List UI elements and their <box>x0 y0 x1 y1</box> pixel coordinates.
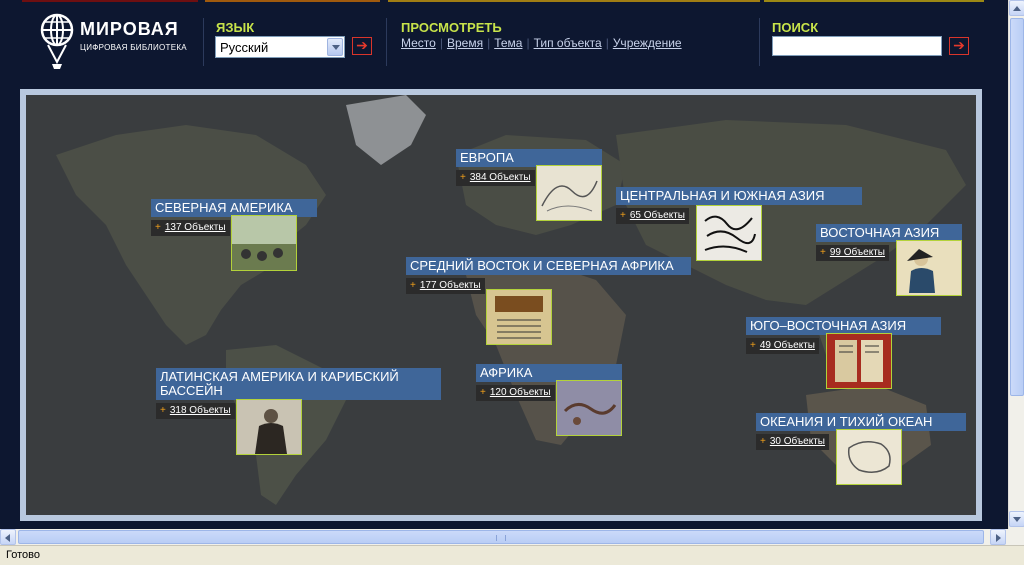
scrollbar-corner <box>1008 529 1024 545</box>
browse-link-item-type[interactable]: Тип объекта <box>534 36 602 50</box>
region-count: +30 Объекты <box>756 434 829 450</box>
landscape-photo-icon <box>232 216 296 270</box>
status-bar: Готово <box>0 545 1024 565</box>
africa-thumbnail[interactable] <box>556 380 622 436</box>
header-divider <box>759 18 760 66</box>
vertical-scrollbar[interactable] <box>1008 0 1024 529</box>
central-asia-thumbnail[interactable] <box>696 205 762 261</box>
world-map: СЕВЕРНАЯ АМЕРИКА +137 Объекты ЕВРОПА +38… <box>26 95 976 515</box>
calligraphy-icon <box>697 206 761 260</box>
header-divider <box>386 18 387 66</box>
language-selected-value: Русский <box>220 40 269 55</box>
vertical-scroll-thumb[interactable] <box>1010 18 1024 396</box>
region-title[interactable]: ЛАТИНСКАЯ АМЕРИКА И КАРИБСКИЙ БАССЕЙН <box>156 368 441 400</box>
browse-link-institution[interactable]: Учреждение <box>613 36 682 50</box>
region-count: +318 Объекты <box>156 403 235 419</box>
middle-east-thumbnail[interactable] <box>486 289 552 345</box>
globe-logo-icon <box>40 13 74 69</box>
region-count-link[interactable]: 177 Объекты <box>420 280 481 291</box>
region-count-link[interactable]: 30 Объекты <box>770 436 825 447</box>
logo-title: МИРОВАЯ <box>80 19 179 39</box>
browse-link-place[interactable]: Место <box>401 36 436 50</box>
browse-link-time[interactable]: Время <box>447 36 483 50</box>
search-title: ПОИСК <box>772 20 819 35</box>
region-count: +65 Объекты <box>616 208 689 224</box>
region-count: +120 Объекты <box>476 385 555 401</box>
site-logo[interactable]: МИРОВАЯ ЦИФРОВАЯ БИБЛИОТЕКА <box>40 12 190 70</box>
scroll-up-button[interactable] <box>1009 0 1024 16</box>
search-go-button[interactable]: ➔ <box>949 37 969 55</box>
browse-title: ПРОСМОТРЕТЬ <box>401 20 502 35</box>
north-america-thumbnail[interactable] <box>231 215 297 271</box>
chevron-down-icon[interactable] <box>327 38 343 56</box>
region-count: +99 Объекты <box>816 245 889 261</box>
region-title[interactable]: СРЕДНИЙ ВОСТОК И СЕВЕРНАЯ АФРИКА <box>406 257 691 275</box>
plus-icon[interactable]: + <box>410 280 416 291</box>
old-map-icon <box>537 166 601 220</box>
oceania-thumbnail[interactable] <box>836 429 902 485</box>
ornate-book-icon <box>827 334 891 388</box>
plus-icon[interactable]: + <box>820 247 826 258</box>
europe-thumbnail[interactable] <box>536 165 602 221</box>
region-count-link[interactable]: 65 Объекты <box>630 210 685 221</box>
region-count: +177 Объекты <box>406 278 485 294</box>
browser-window: МИРОВАЯ ЦИФРОВАЯ БИБЛИОТЕКА ЯЗЫК Русский… <box>0 0 1024 565</box>
east-asia-thumbnail[interactable] <box>896 240 962 296</box>
region-title[interactable]: ЦЕНТРАЛЬНАЯ И ЮЖНАЯ АЗИЯ <box>616 187 862 205</box>
plus-icon[interactable]: + <box>460 172 466 183</box>
rock-art-icon <box>557 381 621 435</box>
horizontal-scrollbar[interactable] <box>0 529 1008 545</box>
browse-links: Место | Время | Тема | Тип объекта | Учреждение <box>401 36 682 50</box>
scroll-down-button[interactable] <box>1009 511 1024 527</box>
region-count-link[interactable]: 49 Объекты <box>760 340 815 351</box>
plus-icon[interactable]: + <box>160 405 166 416</box>
language-title: ЯЗЫК <box>216 20 255 35</box>
latin-america-thumbnail[interactable] <box>236 399 302 455</box>
region-count-link[interactable]: 318 Объекты <box>170 405 231 416</box>
region-count-link[interactable]: 384 Объекты <box>470 172 531 183</box>
grip-icon <box>496 535 506 541</box>
portrait-photo-icon <box>237 400 301 454</box>
region-count: +137 Объекты <box>151 220 230 236</box>
world-map-frame: СЕВЕРНАЯ АМЕРИКА +137 Объекты ЕВРОПА +38… <box>20 89 982 521</box>
plus-icon[interactable]: + <box>750 340 756 351</box>
region-count: +49 Объекты <box>746 338 819 354</box>
plus-icon[interactable]: + <box>155 222 161 233</box>
browse-link-topic[interactable]: Тема <box>494 36 522 50</box>
language-select[interactable]: Русский <box>215 36 345 58</box>
illuminated-manuscript-icon <box>487 290 551 344</box>
search-input[interactable] <box>772 36 942 56</box>
region-count-link[interactable]: 99 Объекты <box>830 247 885 258</box>
header-divider <box>203 18 204 66</box>
scroll-left-button[interactable] <box>0 529 16 545</box>
region-count-link[interactable]: 137 Объекты <box>165 222 226 233</box>
plus-icon[interactable]: + <box>760 436 766 447</box>
figure-painting-icon <box>897 241 961 295</box>
southeast-asia-thumbnail[interactable] <box>826 333 892 389</box>
old-map-icon <box>837 430 901 484</box>
site-header: МИРОВАЯ ЦИФРОВАЯ БИБЛИОТЕКА ЯЗЫК Русский… <box>0 2 1008 86</box>
language-go-button[interactable]: ➔ <box>352 37 372 55</box>
status-text: Готово <box>6 549 40 561</box>
region-count: +384 Объекты <box>456 170 535 186</box>
horizontal-scroll-thumb[interactable] <box>18 530 984 544</box>
logo-subtitle: ЦИФРОВАЯ БИБЛИОТЕКА <box>80 43 187 52</box>
scroll-right-button[interactable] <box>990 529 1006 545</box>
plus-icon[interactable]: + <box>480 387 486 398</box>
region-count-link[interactable]: 120 Объекты <box>490 387 551 398</box>
plus-icon[interactable]: + <box>620 210 626 221</box>
